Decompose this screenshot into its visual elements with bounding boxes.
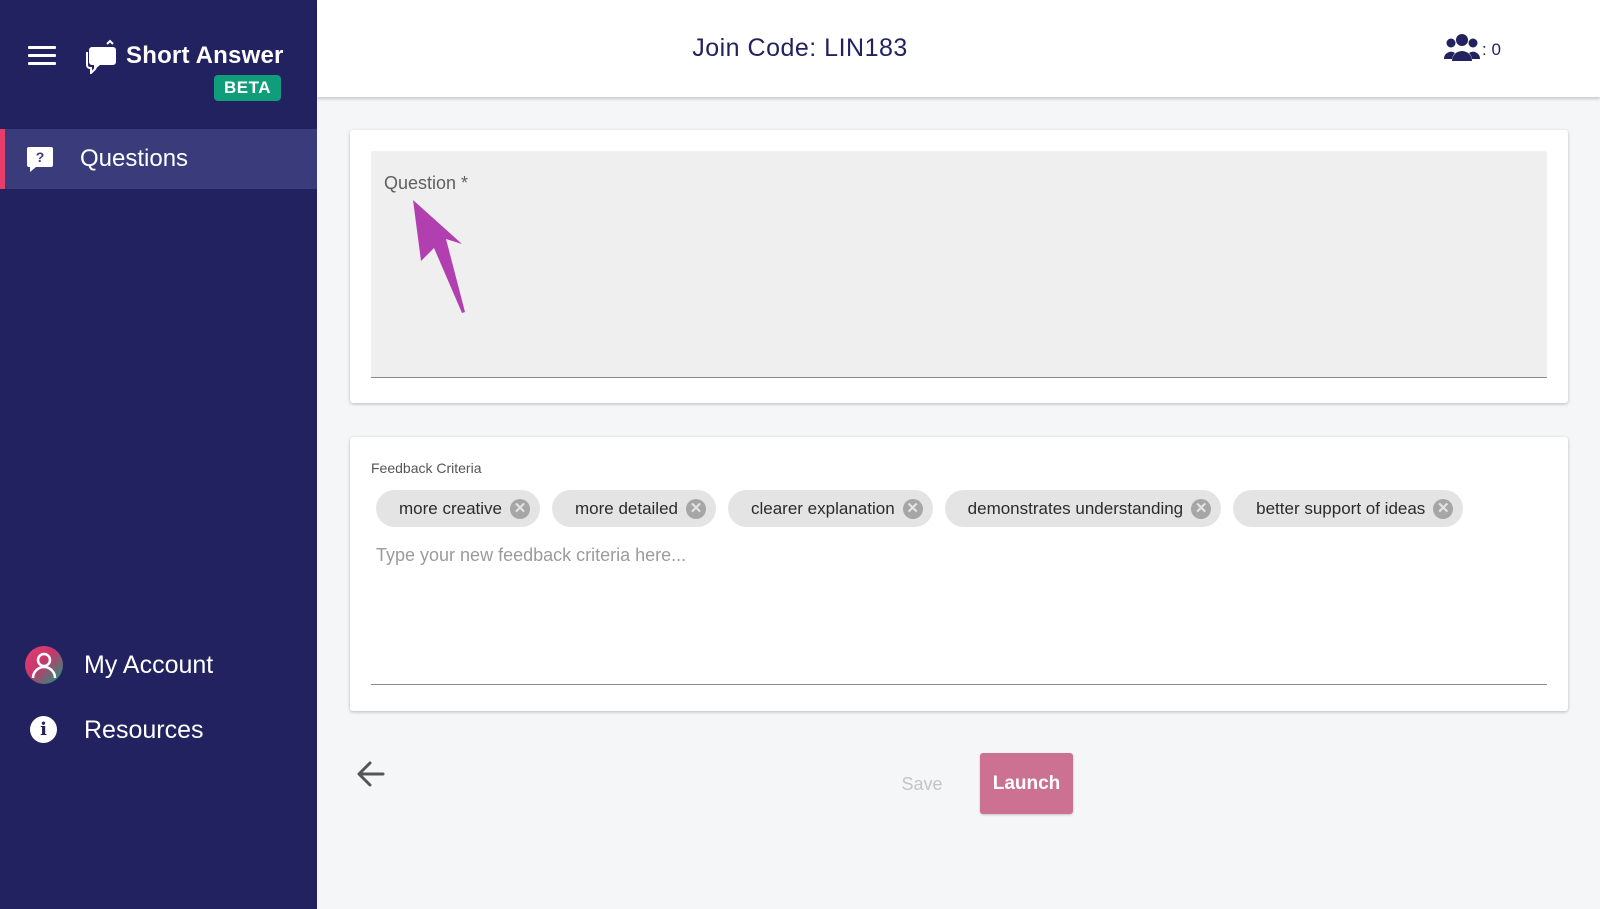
save-button[interactable]: Save xyxy=(884,768,960,800)
chip-label: demonstrates understanding xyxy=(967,498,1184,518)
back-button[interactable] xyxy=(355,759,387,789)
chip-remove-icon[interactable]: ✕ xyxy=(686,498,706,519)
sidebar-item-my-account[interactable]: My Account xyxy=(0,645,317,685)
account-avatar-icon xyxy=(25,646,63,684)
feedback-criteria-card: Feedback Criteria more creative ✕ more d… xyxy=(350,437,1568,711)
chip-remove-icon[interactable]: ✕ xyxy=(1433,498,1454,519)
chip-remove-icon[interactable]: ✕ xyxy=(1191,498,1212,519)
chip-label: better support of ideas xyxy=(1256,498,1426,518)
feedback-criteria-input[interactable] xyxy=(376,540,1536,570)
chip-label: more creative xyxy=(399,498,502,518)
arrow-left-icon xyxy=(357,761,385,787)
sidebar: Short Answer BETA ? Questions My Account… xyxy=(0,0,317,909)
feedback-criteria-label: Feedback Criteria xyxy=(371,460,482,476)
feedback-chip[interactable]: demonstrates understanding ✕ xyxy=(944,490,1222,527)
app-root: Short Answer BETA ? Questions My Account… xyxy=(0,0,1600,909)
join-code: Join Code: LIN183 xyxy=(692,34,908,62)
question-field[interactable]: Question * xyxy=(371,151,1547,378)
question-label: Question * xyxy=(384,173,469,193)
hamburger-menu-icon[interactable] xyxy=(28,46,56,70)
chip-label: clearer explanation xyxy=(751,498,895,518)
beta-badge: BETA xyxy=(214,75,282,101)
feedback-chips: more creative ✕ more detailed ✕ clearer … xyxy=(376,490,1546,527)
divider xyxy=(371,684,1547,685)
info-icon: i xyxy=(30,716,57,743)
feedback-chip[interactable]: more detailed ✕ xyxy=(551,490,716,527)
feedback-chip[interactable]: clearer explanation ✕ xyxy=(728,490,933,527)
launch-button[interactable]: Launch xyxy=(980,753,1073,814)
users-count: : 0 xyxy=(1482,40,1501,59)
feedback-chip[interactable]: better support of ideas ✕ xyxy=(1233,490,1464,527)
app-title: Short Answer xyxy=(126,42,284,69)
chip-label: more detailed xyxy=(574,498,678,518)
sidebar-item-label: My Account xyxy=(84,651,214,679)
sidebar-item-label: Questions xyxy=(80,145,189,172)
question-card: Question * xyxy=(350,130,1568,403)
speech-bubbles-icon xyxy=(86,39,116,74)
svg-text:?: ? xyxy=(36,149,45,165)
pointer-arrow-annotation xyxy=(413,200,465,313)
users-group-icon xyxy=(1444,34,1480,61)
chip-remove-icon[interactable]: ✕ xyxy=(902,498,923,519)
sidebar-item-label: Resources xyxy=(84,716,204,744)
top-header: Join Code: LIN183 : 0 xyxy=(317,0,1600,97)
sidebar-item-questions[interactable]: ? Questions xyxy=(0,129,317,189)
feedback-chip[interactable]: more creative ✕ xyxy=(376,490,540,527)
question-bubble-icon: ? xyxy=(27,147,53,172)
chip-remove-icon[interactable]: ✕ xyxy=(509,498,530,519)
sidebar-item-resources[interactable]: i Resources xyxy=(0,710,317,750)
